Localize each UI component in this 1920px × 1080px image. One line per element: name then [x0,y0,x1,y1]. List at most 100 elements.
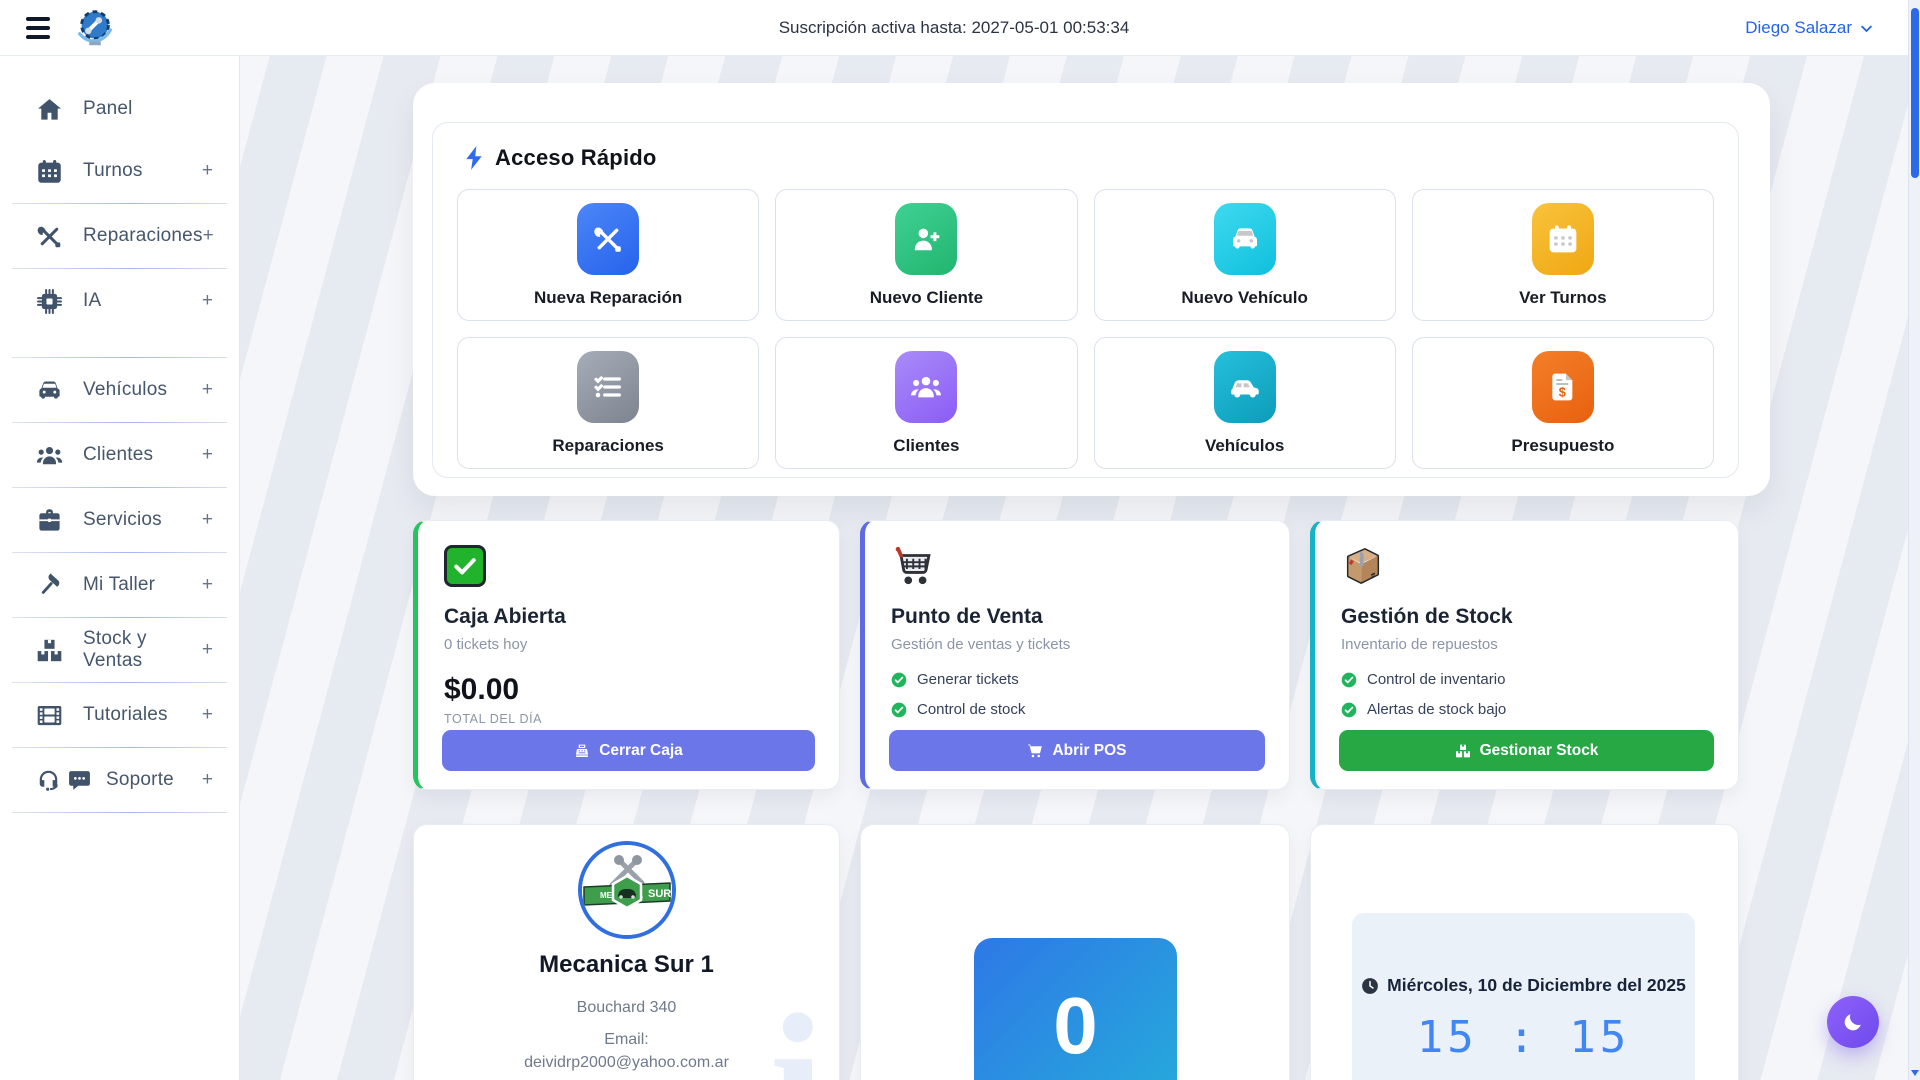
sidebar-item-reparaciones[interactable]: Reparaciones + [0,205,239,267]
check-circle-icon [1341,672,1357,688]
caja-card: Caja Abierta 0 tickets hoy $0.00 TOTAL D… [413,520,840,790]
dark-mode-toggle[interactable] [1827,996,1879,1048]
caja-subtitle: 0 tickets hoy [444,636,815,653]
workshop-name: Mecanica Sur 1 [414,951,839,979]
caja-title: Caja Abierta [444,605,815,629]
sidebar-item-panel[interactable]: Panel [0,78,239,140]
counter-value: 0 [1053,980,1098,1080]
check-circle-icon [1341,702,1357,718]
sidebar-item-clientes[interactable]: Clientes + [0,424,239,486]
sidebar-item-turnos[interactable]: Turnos + [0,140,239,202]
scrollbar-track[interactable] [1908,0,1920,1080]
sidebar-item-soporte[interactable]: Soporte + [0,749,239,811]
car-front-icon [1214,203,1276,275]
user-plus-icon [895,203,957,275]
quick-card-nuevo-vehiculo[interactable]: Nuevo Vehículo [1094,189,1396,321]
counter-tile: 0 [974,938,1177,1080]
subscription-status: Suscripción activa hasta: 2027-05-01 00:… [0,18,1908,38]
car-side-icon [1214,351,1276,423]
calendar-icon [1532,203,1594,275]
stock-feature: Control de inventario [1341,671,1714,688]
workshop-email: deividrp2000@yahoo.com.ar [414,1051,839,1074]
quick-card-nuevo-cliente[interactable]: Nuevo Cliente [775,189,1077,321]
chat-bubble-icon [67,768,92,793]
quick-card-vehiculos[interactable]: Vehículos [1094,337,1396,469]
sidebar-item-ia[interactable]: IA + [0,270,239,332]
package-emoji-icon [1341,545,1385,587]
chevron-down-icon [1859,21,1874,36]
stock-title: Gestión de Stock [1341,605,1714,629]
chip-icon [36,288,63,315]
divider [12,617,227,618]
film-icon [36,702,63,729]
quick-card-clientes[interactable]: Clientes [775,337,1077,469]
pos-feature: Generar tickets [891,671,1265,688]
checklist-icon [577,351,639,423]
check-box-icon [444,545,486,587]
caja-amount-label: TOTAL DEL DÍA [444,712,815,726]
divider [12,422,227,423]
scrollbar-down-arrow[interactable] [1911,1070,1919,1076]
clock-icon [1361,977,1379,995]
users-icon [895,351,957,423]
pos-feature: Control de stock [891,701,1265,718]
tools-icon [36,223,63,250]
cash-register-icon [574,743,590,759]
home-icon [36,96,63,123]
abrir-pos-button[interactable]: Abrir POS [889,730,1265,771]
shopping-cart-emoji-icon [891,545,937,587]
workshop-logo: MECANICA SUR [578,841,676,939]
quick-access-header: Acceso Rápido [463,145,657,171]
calendar-icon [36,158,63,185]
quick-card-ver-turnos[interactable]: Ver Turnos [1412,189,1714,321]
hammer-icon [36,572,63,599]
svg-text:$: $ [1559,385,1566,399]
quick-access-grid: Nueva Reparación Nuevo Cliente Nuevo [457,189,1714,469]
users-icon [36,442,63,469]
clock-card: Miércoles, 10 de Diciembre del 2025 15 :… [1310,824,1739,1080]
divider [12,268,227,269]
stock-card: Gestión de Stock Inventario de repuestos… [1310,520,1739,790]
user-name: Diego Salazar [1745,18,1852,38]
clock-panel: Miércoles, 10 de Diciembre del 2025 15 :… [1352,913,1695,1080]
sidebar-item-stock-ventas[interactable]: Stock y Ventas + [0,619,239,681]
boxes-icon [1455,743,1471,759]
date-text: Miércoles, 10 de Diciembre del 2025 [1387,975,1686,996]
menu-toggle-button[interactable] [26,17,50,39]
sidebar-item-servicios[interactable]: Servicios + [0,489,239,551]
stock-feature: Alertas de stock bajo [1341,701,1714,718]
sidebar-item-mi-taller[interactable]: Mi Taller + [0,554,239,616]
cerrar-caja-button[interactable]: Cerrar Caja [442,730,815,771]
user-menu[interactable]: Diego Salazar [1745,0,1874,56]
sidebar: Panel Turnos + Reparaciones + IA + [0,56,240,1080]
sidebar-item-tutoriales[interactable]: Tutoriales + [0,684,239,746]
gestionar-stock-button[interactable]: Gestionar Stock [1339,730,1714,771]
workshop-address: Bouchard 340 [414,996,839,1019]
scrollbar-thumb[interactable] [1911,8,1919,178]
headset-icon [36,768,61,793]
divider [12,682,227,683]
time-display: 15 : 15 [1352,1012,1695,1063]
invoice-dollar-icon: $ [1532,351,1594,423]
divider [12,552,227,553]
topbar: Suscripción activa hasta: 2027-05-01 00:… [0,0,1908,56]
moon-icon [1842,1011,1864,1033]
divider [12,357,227,358]
car-icon [36,377,63,404]
divider [12,203,227,204]
quick-card-presupuesto[interactable]: $ Presupuesto [1412,337,1714,469]
counter-card: 0 [860,824,1290,1080]
lightning-icon [463,145,485,171]
divider [12,747,227,748]
boxes-icon [36,637,63,664]
quick-card-reparaciones[interactable]: Reparaciones [457,337,759,469]
stock-subtitle: Inventario de repuestos [1341,636,1714,653]
pos-subtitle: Gestión de ventas y tickets [891,636,1265,653]
briefcase-icon [36,507,63,534]
check-circle-icon [891,672,907,688]
date-row: Miércoles, 10 de Diciembre del 2025 [1352,975,1695,996]
sidebar-item-vehiculos[interactable]: Vehículos + [0,359,239,421]
divider [12,487,227,488]
quick-access-title: Acceso Rápido [495,145,657,171]
quick-card-nueva-reparacion[interactable]: Nueva Reparación [457,189,759,321]
